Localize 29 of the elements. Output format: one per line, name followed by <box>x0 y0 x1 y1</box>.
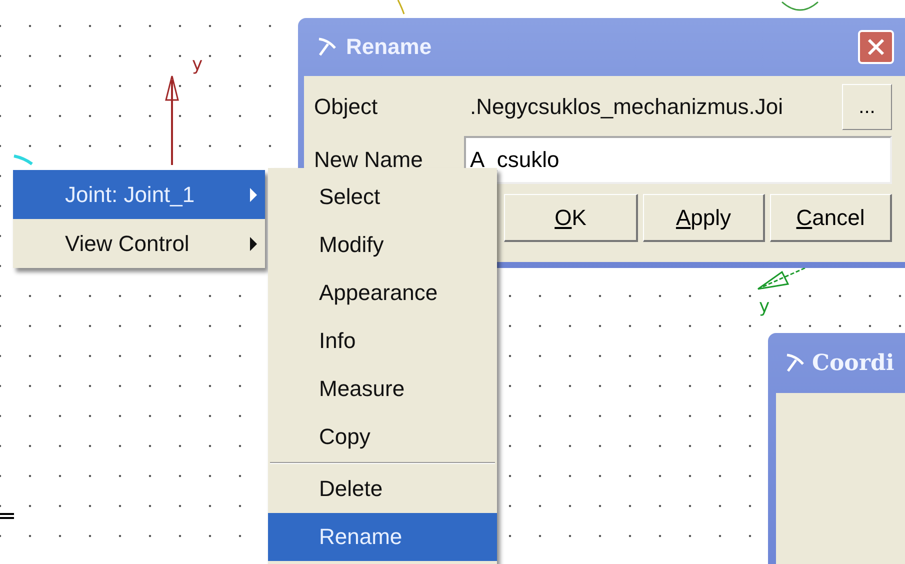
curve-drawing <box>14 154 33 166</box>
axis-label: y <box>192 54 203 75</box>
name-input-field[interactable]: A_csuklo <box>464 136 892 184</box>
menu-item[interactable]: Appearance <box>268 269 497 317</box>
edge-mark-icon <box>0 513 14 519</box>
menu-item[interactable]: Measure <box>268 365 497 413</box>
menu-item[interactable]: Copy <box>268 413 497 461</box>
axis-label: y <box>759 296 770 317</box>
menu-item[interactable]: Rename <box>268 513 497 561</box>
dialog-button[interactable]: Cancel <box>770 194 892 242</box>
app-logo-icon <box>316 36 338 58</box>
close-icon <box>865 36 887 58</box>
menu-item[interactable]: View Control <box>13 219 265 268</box>
window-title: Coordi <box>812 350 894 376</box>
field-label: New Name <box>314 147 424 173</box>
dialog-button[interactable]: OK <box>504 194 638 242</box>
menu-item[interactable]: Joint: Joint_1 <box>13 170 265 219</box>
close-button[interactable] <box>858 30 894 64</box>
window-title: Rename <box>346 34 433 60</box>
menu-item[interactable]: Info <box>268 317 497 365</box>
arc-drawing <box>782 1 818 11</box>
browse-button[interactable]: ... <box>842 84 892 130</box>
menu-item[interactable]: Modify <box>268 221 497 269</box>
menu-item[interactable]: Delete <box>268 465 497 513</box>
app-logo-icon <box>784 352 806 374</box>
arc-drawing <box>397 0 405 14</box>
dialog-button[interactable]: Apply <box>643 194 765 242</box>
object-path-text: .Negycsuklos_mechanizmus.Joi <box>469 94 784 120</box>
field-label: Object <box>314 94 379 120</box>
